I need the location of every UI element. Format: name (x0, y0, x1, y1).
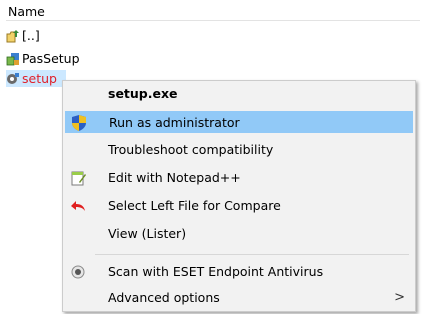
context-menu: setup.exe Run as administrator Troublesh… (62, 80, 416, 312)
notepad-plus-plus-icon (69, 170, 87, 186)
menu-item-troubleshoot[interactable]: Troubleshoot compatibility (65, 139, 413, 161)
file-row-setup[interactable]: setup (6, 70, 66, 87)
menu-item-label: setup.exe (108, 86, 178, 101)
setup-gear-icon (6, 72, 20, 86)
menu-item-edit-notepad[interactable]: Edit with Notepad++ (65, 167, 413, 189)
menu-item-setup-exe[interactable]: setup.exe (65, 83, 413, 105)
compare-arrow-icon (69, 198, 87, 214)
file-row-passetup[interactable]: PasSetup (6, 50, 80, 67)
menu-separator (95, 254, 409, 255)
uac-shield-icon (70, 115, 88, 131)
menu-item-view-lister[interactable]: View (Lister) (65, 223, 413, 245)
column-header-name[interactable]: Name (8, 4, 45, 19)
up-folder-icon (6, 29, 20, 43)
menu-item-label: Run as administrator (109, 115, 240, 130)
submenu-arrow-icon: > (394, 290, 405, 305)
menu-item-label: Scan with ESET Endpoint Antivirus (108, 264, 324, 279)
menu-item-run-as-admin[interactable]: Run as administrator (65, 111, 413, 133)
file-row-parent[interactable]: [..] (6, 27, 66, 44)
eset-scan-icon (69, 264, 87, 280)
menu-item-select-left-compare[interactable]: Select Left File for Compare (65, 195, 413, 217)
menu-item-advanced-options[interactable]: Advanced options > (65, 287, 413, 309)
menu-item-label: View (Lister) (108, 226, 187, 241)
menu-item-label: Edit with Notepad++ (108, 170, 241, 185)
header-divider (6, 20, 420, 21)
menu-item-label: Select Left File for Compare (108, 198, 281, 213)
installer-icon (6, 52, 20, 66)
menu-item-label: Troubleshoot compatibility (108, 142, 274, 157)
file-name: PasSetup (22, 51, 80, 66)
file-name: [..] (22, 28, 40, 43)
menu-item-eset-scan[interactable]: Scan with ESET Endpoint Antivirus (65, 261, 413, 283)
menu-item-label: Advanced options (108, 290, 220, 305)
file-name: setup (22, 71, 57, 86)
